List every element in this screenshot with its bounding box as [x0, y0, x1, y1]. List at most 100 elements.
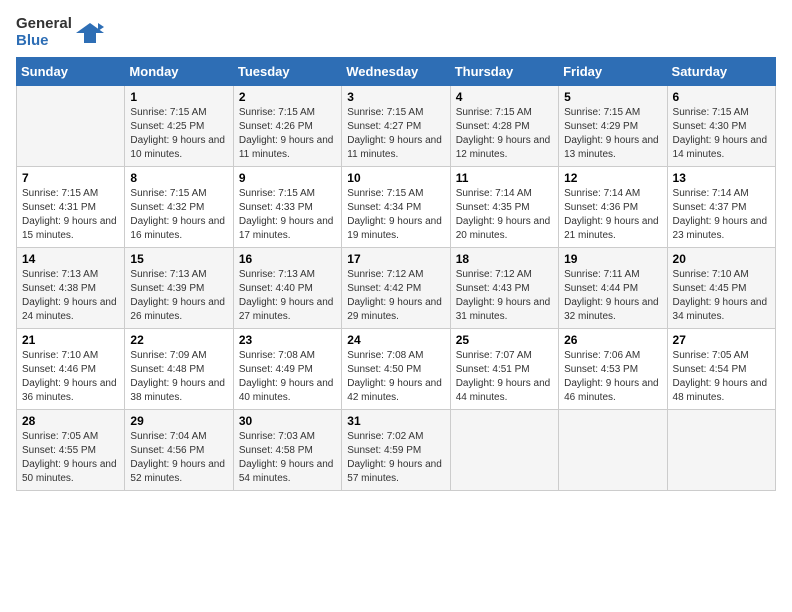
calendar-cell: 18 Sunrise: 7:12 AMSunset: 4:43 PMDayligh…: [450, 248, 558, 329]
calendar-cell: 9 Sunrise: 7:15 AMSunset: 4:33 PMDaylight…: [233, 167, 341, 248]
day-info: Sunrise: 7:11 AMSunset: 4:44 PMDaylight:…: [564, 268, 661, 324]
calendar-cell: 23 Sunrise: 7:08 AMSunset: 4:49 PMDayligh…: [233, 329, 341, 410]
day-number: 28: [22, 414, 119, 428]
day-info: Sunrise: 7:06 AMSunset: 4:53 PMDaylight:…: [564, 349, 661, 405]
calendar-cell: [450, 410, 558, 491]
calendar-cell: 15 Sunrise: 7:13 AMSunset: 4:39 PMDayligh…: [125, 248, 233, 329]
day-number: 17: [347, 252, 444, 266]
day-info: Sunrise: 7:12 AMSunset: 4:43 PMDaylight:…: [456, 268, 553, 324]
day-header-wednesday: Wednesday: [342, 58, 450, 86]
day-info: Sunrise: 7:15 AMSunset: 4:34 PMDaylight:…: [347, 187, 444, 243]
calendar-cell: 12 Sunrise: 7:14 AMSunset: 4:36 PMDayligh…: [559, 167, 667, 248]
day-info: Sunrise: 7:15 AMSunset: 4:31 PMDaylight:…: [22, 187, 119, 243]
day-info: Sunrise: 7:15 AMSunset: 4:26 PMDaylight:…: [239, 106, 336, 162]
day-info: Sunrise: 7:08 AMSunset: 4:49 PMDaylight:…: [239, 349, 336, 405]
calendar-cell: 14 Sunrise: 7:13 AMSunset: 4:38 PMDayligh…: [17, 248, 125, 329]
day-number: 23: [239, 333, 336, 347]
day-number: 26: [564, 333, 661, 347]
logo-blue: Blue: [16, 33, 72, 50]
day-number: 2: [239, 90, 336, 104]
calendar-cell: 17 Sunrise: 7:12 AMSunset: 4:42 PMDayligh…: [342, 248, 450, 329]
day-number: 5: [564, 90, 661, 104]
calendar-cell: 13 Sunrise: 7:14 AMSunset: 4:37 PMDayligh…: [667, 167, 775, 248]
calendar-cell: 27 Sunrise: 7:05 AMSunset: 4:54 PMDayligh…: [667, 329, 775, 410]
calendar-cell: 21Sunrise: 7:10 AMSunset: 4:46 PMDayligh…: [17, 329, 125, 410]
day-info: Sunrise: 7:09 AMSunset: 4:48 PMDaylight:…: [130, 349, 227, 405]
day-info: Sunrise: 7:13 AMSunset: 4:39 PMDaylight:…: [130, 268, 227, 324]
calendar-cell: 16 Sunrise: 7:13 AMSunset: 4:40 PMDayligh…: [233, 248, 341, 329]
day-number: 18: [456, 252, 553, 266]
day-number: 16: [239, 252, 336, 266]
day-info: Sunrise: 7:15 AMSunset: 4:25 PMDaylight:…: [130, 106, 227, 162]
day-number: 24: [347, 333, 444, 347]
day-info: Sunrise: 7:03 AMSunset: 4:58 PMDaylight:…: [239, 430, 336, 486]
day-info: Sunrise: 7:13 AMSunset: 4:40 PMDaylight:…: [239, 268, 336, 324]
day-info: Sunrise: 7:04 AMSunset: 4:56 PMDaylight:…: [130, 430, 227, 486]
logo: General Blue: [16, 16, 104, 49]
calendar-cell: 4Sunrise: 7:15 AMSunset: 4:28 PMDaylight…: [450, 86, 558, 167]
calendar-cell: 11 Sunrise: 7:14 AMSunset: 4:35 PMDayligh…: [450, 167, 558, 248]
day-header-monday: Monday: [125, 58, 233, 86]
day-info: Sunrise: 7:15 AMSunset: 4:30 PMDaylight:…: [673, 106, 770, 162]
day-number: 19: [564, 252, 661, 266]
day-info: Sunrise: 7:15 AMSunset: 4:33 PMDaylight:…: [239, 187, 336, 243]
day-number: 25: [456, 333, 553, 347]
calendar-cell: [559, 410, 667, 491]
calendar-cell: 22 Sunrise: 7:09 AMSunset: 4:48 PMDayligh…: [125, 329, 233, 410]
day-info: Sunrise: 7:02 AMSunset: 4:59 PMDaylight:…: [347, 430, 444, 486]
day-number: 21: [22, 333, 119, 347]
day-number: 22: [130, 333, 227, 347]
calendar-table: SundayMondayTuesdayWednesdayThursdayFrid…: [16, 57, 776, 491]
day-number: 1: [130, 90, 227, 104]
day-number: 11: [456, 171, 553, 185]
day-number: 6: [673, 90, 770, 104]
calendar-cell: 31 Sunrise: 7:02 AMSunset: 4:59 PMDayligh…: [342, 410, 450, 491]
day-header-saturday: Saturday: [667, 58, 775, 86]
day-header-thursday: Thursday: [450, 58, 558, 86]
day-number: 14: [22, 252, 119, 266]
calendar-cell: 2 Sunrise: 7:15 AMSunset: 4:26 PMDaylight…: [233, 86, 341, 167]
day-number: 9: [239, 171, 336, 185]
day-info: Sunrise: 7:15 AMSunset: 4:29 PMDaylight:…: [564, 106, 661, 162]
day-info: Sunrise: 7:12 AMSunset: 4:42 PMDaylight:…: [347, 268, 444, 324]
calendar-cell: 20 Sunrise: 7:10 AMSunset: 4:45 PMDayligh…: [667, 248, 775, 329]
calendar-cell: 6 Sunrise: 7:15 AMSunset: 4:30 PMDaylight…: [667, 86, 775, 167]
day-number: 3: [347, 90, 444, 104]
day-info: Sunrise: 7:14 AMSunset: 4:36 PMDaylight:…: [564, 187, 661, 243]
day-info: Sunrise: 7:05 AMSunset: 4:54 PMDaylight:…: [673, 349, 770, 405]
day-info: Sunrise: 7:14 AMSunset: 4:37 PMDaylight:…: [673, 187, 770, 243]
day-info: Sunrise: 7:05 AMSunset: 4:55 PMDaylight:…: [22, 430, 119, 486]
day-info: Sunrise: 7:13 AMSunset: 4:38 PMDaylight:…: [22, 268, 119, 324]
day-info: Sunrise: 7:10 AMSunset: 4:45 PMDaylight:…: [673, 268, 770, 324]
day-number: 27: [673, 333, 770, 347]
logo-general: General: [16, 16, 72, 33]
day-number: 13: [673, 171, 770, 185]
day-header-sunday: Sunday: [17, 58, 125, 86]
logo-bird-icon: [76, 19, 104, 47]
day-info: Sunrise: 7:14 AMSunset: 4:35 PMDaylight:…: [456, 187, 553, 243]
day-header-tuesday: Tuesday: [233, 58, 341, 86]
day-number: 30: [239, 414, 336, 428]
day-header-friday: Friday: [559, 58, 667, 86]
day-number: 20: [673, 252, 770, 266]
day-number: 29: [130, 414, 227, 428]
day-number: 12: [564, 171, 661, 185]
day-number: 10: [347, 171, 444, 185]
calendar-cell: [17, 86, 125, 167]
calendar-cell: 29 Sunrise: 7:04 AMSunset: 4:56 PMDayligh…: [125, 410, 233, 491]
calendar-cell: 10 Sunrise: 7:15 AMSunset: 4:34 PMDayligh…: [342, 167, 450, 248]
page-header: General Blue: [16, 16, 776, 49]
calendar-cell: 30 Sunrise: 7:03 AMSunset: 4:58 PMDayligh…: [233, 410, 341, 491]
day-number: 8: [130, 171, 227, 185]
day-info: Sunrise: 7:15 AMSunset: 4:27 PMDaylight:…: [347, 106, 444, 162]
calendar-cell: 7Sunrise: 7:15 AMSunset: 4:31 PMDaylight…: [17, 167, 125, 248]
calendar-cell: 28 Sunrise: 7:05 AMSunset: 4:55 PMDayligh…: [17, 410, 125, 491]
calendar-week-3: 14 Sunrise: 7:13 AMSunset: 4:38 PMDayligh…: [17, 248, 776, 329]
calendar-cell: [667, 410, 775, 491]
calendar-cell: 19 Sunrise: 7:11 AMSunset: 4:44 PMDayligh…: [559, 248, 667, 329]
day-number: 15: [130, 252, 227, 266]
calendar-cell: 1 Sunrise: 7:15 AMSunset: 4:25 PMDaylight…: [125, 86, 233, 167]
day-number: 31: [347, 414, 444, 428]
day-number: 4: [456, 90, 553, 104]
calendar-week-2: 7Sunrise: 7:15 AMSunset: 4:31 PMDaylight…: [17, 167, 776, 248]
